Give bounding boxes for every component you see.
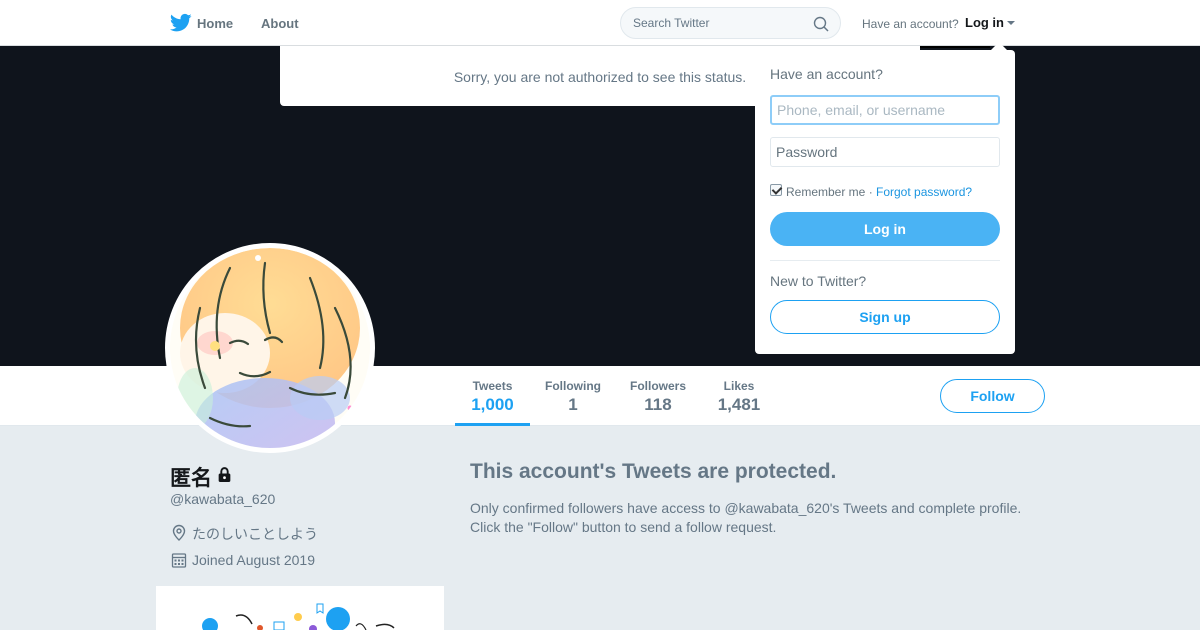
stat-label: Following	[545, 379, 601, 393]
stat-value: 1,000	[471, 395, 514, 414]
stat-label: Followers	[629, 379, 686, 393]
remember-me-checkbox[interactable]	[770, 184, 782, 196]
top-navigation-bar: Home About Have an account? Log in	[0, 0, 1200, 46]
login-dropdown: Have an account? Remember me · Forgot pa…	[755, 50, 1015, 354]
login-dropdown-toggle[interactable]: Log in	[965, 15, 1004, 30]
protected-title: This account's Tweets are protected.	[470, 460, 837, 483]
stat-label: Likes	[723, 379, 755, 393]
have-account-text: Have an account?	[862, 17, 959, 31]
twitter-bird-icon[interactable]	[170, 13, 192, 33]
divider	[770, 260, 1000, 261]
profile-handle[interactable]: @kawabata_620	[170, 491, 275, 507]
profile-joined-date: Joined August 2019	[192, 552, 315, 568]
new-to-twitter-text: New to Twitter?	[770, 273, 867, 289]
chevron-down-icon[interactable]	[1007, 21, 1015, 25]
stat-value: 1	[568, 395, 578, 414]
dropdown-title: Have an account?	[770, 66, 883, 82]
photo-thumbnail-image	[202, 603, 395, 630]
calendar-icon	[171, 553, 187, 568]
signup-button[interactable]: Sign up	[770, 300, 1000, 334]
stat-label: Tweets	[472, 379, 513, 393]
stat-value: 118	[644, 395, 672, 414]
protected-line-1: Only confirmed followers have access to …	[470, 500, 1022, 516]
follow-button[interactable]: Follow	[940, 379, 1045, 413]
remember-me-label[interactable]: Remember me ·	[786, 185, 873, 199]
stat-followers[interactable]: Followers 118	[623, 366, 693, 426]
avatar-illustration	[170, 248, 370, 448]
search-input[interactable]	[633, 16, 803, 30]
nav-home-link[interactable]: Home	[197, 16, 233, 31]
search-icon[interactable]	[813, 16, 829, 32]
dropdown-arrow	[990, 42, 1008, 51]
login-button[interactable]: Log in	[770, 212, 1000, 246]
profile-avatar[interactable]	[165, 243, 375, 453]
stat-tweets[interactable]: Tweets 1,000	[455, 366, 530, 426]
protected-line-2: Click the "Follow" button to send a foll…	[470, 519, 777, 535]
stat-value: 1,481	[717, 395, 761, 414]
nav-about-link[interactable]: About	[261, 16, 299, 31]
protected-description: Only confirmed followers have access to …	[470, 499, 1070, 537]
profile-name[interactable]: 匿名	[170, 462, 212, 492]
profile-location: たのしいことしよう	[192, 526, 318, 542]
stat-likes[interactable]: Likes 1,481	[706, 366, 772, 426]
stat-following[interactable]: Following 1	[538, 366, 608, 426]
photo-rail[interactable]	[156, 586, 444, 630]
search-box[interactable]	[620, 7, 841, 39]
lock-icon	[218, 467, 231, 482]
password-input[interactable]	[770, 137, 1000, 167]
username-input[interactable]	[770, 95, 1000, 125]
location-pin-icon	[172, 524, 186, 541]
banner-accent	[920, 46, 990, 48]
forgot-password-link[interactable]: Forgot password?	[876, 185, 972, 199]
